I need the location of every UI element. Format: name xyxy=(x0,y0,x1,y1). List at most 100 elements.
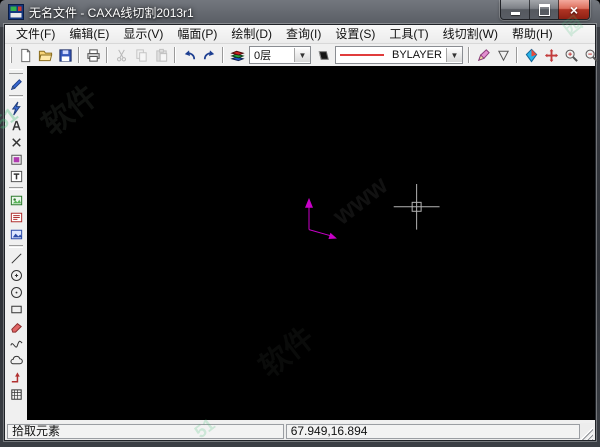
redo-icon xyxy=(202,48,217,63)
linetype-combo[interactable]: BYLAYER▼ xyxy=(335,46,463,64)
side-button-circle[interactable] xyxy=(7,284,25,301)
rect-icon xyxy=(9,302,24,317)
menu-item-file[interactable]: 文件(F) xyxy=(9,25,62,43)
main-toolbar: 0层▼BYLAYER▼ xyxy=(5,44,595,66)
zoomin-icon xyxy=(564,48,579,63)
toolbar-button-print[interactable] xyxy=(83,46,103,64)
toolbar-button-zoom-out[interactable] xyxy=(581,46,600,64)
drawing-toolbar xyxy=(5,66,27,420)
side-toolbar-separator xyxy=(9,95,23,98)
print-icon xyxy=(86,48,101,63)
toolbar-button-paste xyxy=(151,46,171,64)
toolbar-button-pick-filter[interactable] xyxy=(493,46,513,64)
imggreen-icon xyxy=(9,193,24,208)
toolbar-button-undo[interactable] xyxy=(179,46,199,64)
side-button-image-blue[interactable] xyxy=(7,226,25,243)
undo-icon xyxy=(182,48,197,63)
layer-combo-value: 0层 xyxy=(250,47,294,63)
toolbar-separator xyxy=(106,47,108,63)
side-button-text[interactable] xyxy=(7,168,25,185)
side-button-draw-pencil[interactable] xyxy=(7,76,25,93)
spline-icon xyxy=(9,336,24,351)
client-area: 文件(F)编辑(E)显示(V)幅面(P)绘制(D)查询(I)设置(S)工具(T)… xyxy=(4,24,596,441)
chevron-down-icon[interactable]: ▼ xyxy=(446,48,462,62)
line-icon xyxy=(9,251,24,266)
leader-icon xyxy=(9,370,24,385)
status-coordinates: 67.949,16.894 xyxy=(286,424,580,439)
cloud-icon xyxy=(9,353,24,368)
toolbar-button-save-file[interactable] xyxy=(55,46,75,64)
linetype-combo-value: BYLAYER xyxy=(384,49,446,61)
imgblue-icon xyxy=(9,227,24,242)
toolbar-button-pan[interactable] xyxy=(541,46,561,64)
menu-item-settings[interactable]: 设置(S) xyxy=(328,25,382,43)
toolbar-separator xyxy=(468,47,470,63)
side-button-block[interactable] xyxy=(7,151,25,168)
side-button-rectangle[interactable] xyxy=(7,301,25,318)
menu-item-draw[interactable]: 绘制(D) xyxy=(224,25,279,43)
paste-icon xyxy=(154,48,169,63)
menu-item-edit[interactable]: 编辑(E) xyxy=(62,25,116,43)
toolbar-button-cut xyxy=(111,46,131,64)
drawing-canvas[interactable] xyxy=(27,66,595,420)
side-toolbar-separator xyxy=(9,245,23,248)
layers-icon xyxy=(230,48,245,63)
maximize-button[interactable] xyxy=(529,0,558,19)
pan-icon xyxy=(544,48,559,63)
window-title: 无名文件 - CAXA线切割2013r1 xyxy=(29,4,194,21)
side-button-cloud[interactable] xyxy=(7,352,25,369)
toolbar-button-line-color[interactable] xyxy=(313,46,333,64)
menu-item-wirecut[interactable]: 线切割(W) xyxy=(436,25,505,43)
hatch-icon xyxy=(9,387,24,402)
origin-marker xyxy=(305,198,337,239)
crosshair-cursor xyxy=(394,184,440,230)
title-bar[interactable]: 无名文件 - CAXA线切割2013r1 × xyxy=(0,0,600,24)
close-icon: × xyxy=(570,3,578,17)
side-toolbar-separator xyxy=(9,187,23,190)
toolbar-button-open-file[interactable] xyxy=(35,46,55,64)
side-button-sketch-edit[interactable] xyxy=(7,100,25,117)
side-toolbar-grip xyxy=(9,69,23,74)
side-button-hatch[interactable] xyxy=(7,386,25,403)
linetype-sample xyxy=(340,54,384,56)
canvas-overlay xyxy=(27,66,595,420)
toolbar-separator xyxy=(174,47,176,63)
swatch-icon xyxy=(316,48,331,63)
workspace xyxy=(5,66,595,423)
side-button-circle-center[interactable] xyxy=(7,267,25,284)
toolbar-button-new-file[interactable] xyxy=(15,46,35,64)
lightning-icon xyxy=(9,101,24,116)
menu-item-tools[interactable]: 工具(T) xyxy=(382,25,435,43)
texta-icon xyxy=(9,118,24,133)
menu-item-view[interactable]: 显示(V) xyxy=(116,25,170,43)
pencil-icon xyxy=(9,77,24,92)
textbox-icon xyxy=(9,169,24,184)
close-button[interactable]: × xyxy=(558,0,589,19)
nabla-icon xyxy=(496,48,511,63)
menu-item-paper[interactable]: 幅面(P) xyxy=(170,25,224,43)
toolbar-button-zoom-in[interactable] xyxy=(561,46,581,64)
side-button-spline[interactable] xyxy=(7,335,25,352)
side-button-eraser[interactable] xyxy=(7,318,25,335)
layer-combo[interactable]: 0层▼ xyxy=(249,46,311,64)
side-button-image-red[interactable] xyxy=(7,209,25,226)
status-prompt: 拾取元素 xyxy=(7,424,284,439)
diamond-icon xyxy=(524,48,539,63)
menu-item-query[interactable]: 查询(I) xyxy=(279,25,328,43)
menu-item-help[interactable]: 帮助(H) xyxy=(505,25,560,43)
side-button-line[interactable] xyxy=(7,250,25,267)
pencil2-icon xyxy=(476,48,491,63)
chevron-down-icon[interactable]: ▼ xyxy=(294,48,310,62)
toolbar-button-redo[interactable] xyxy=(199,46,219,64)
side-button-leader[interactable] xyxy=(7,369,25,386)
toolbar-button-redraw[interactable] xyxy=(521,46,541,64)
side-button-dimension-text[interactable] xyxy=(7,117,25,134)
toolbar-button-layer-settings[interactable] xyxy=(227,46,247,64)
toolbar-separator xyxy=(78,47,80,63)
resize-grip[interactable] xyxy=(580,427,593,440)
side-button-image-green[interactable] xyxy=(7,192,25,209)
toolbar-grip xyxy=(10,47,12,63)
toolbar-button-edit-style[interactable] xyxy=(473,46,493,64)
minimize-button[interactable] xyxy=(501,0,529,19)
side-button-trim[interactable] xyxy=(7,134,25,151)
